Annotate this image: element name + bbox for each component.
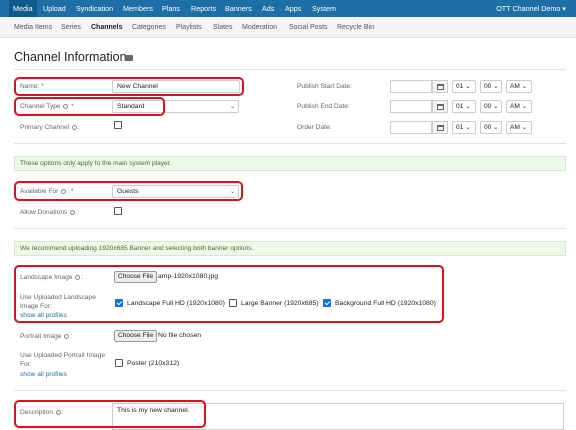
channel-type-highlight [14,97,165,116]
publish-start-input[interactable] [390,80,432,93]
order-date-ampm[interactable]: AM ⌄ [506,121,532,134]
system-player-note: These options only apply to the main sys… [14,156,566,171]
subnav-moderation[interactable]: Moderation [242,17,277,38]
chevron-down-icon: ⌄ [230,104,236,110]
nav-members[interactable]: Members [123,0,153,17]
nav-banners[interactable]: Banners [225,0,252,17]
title-divider [14,69,566,70]
publish-start-hour[interactable]: 01 ⌄ [452,80,476,93]
subnav-recycle-bin[interactable]: Recycle Bin [337,17,374,38]
subnav-social-posts[interactable]: Social Posts [289,17,328,38]
minute-value: 00 [484,103,492,110]
subnav-channels[interactable]: Channels [91,17,123,38]
calendar-icon [437,125,444,131]
help-icon[interactable] [64,333,70,339]
subnav-series[interactable]: Series [61,17,81,38]
primary-channel-label-group: Primary Channel : [20,124,80,131]
landscape-highlight [14,265,444,323]
order-date-label: Order Date: [297,124,332,131]
publish-start-calendar-button[interactable] [432,80,448,93]
publish-end-ampm[interactable]: AM ⌄ [506,100,532,113]
publish-end-input[interactable] [390,100,432,113]
use-portrait-label-2: For: [20,361,32,368]
poster-label: Poster (210x312) [127,360,180,367]
nav-reports[interactable]: Reports [191,0,216,17]
allow-donations-label-group: Allow Donations : [20,209,78,216]
portrait-file-name: No file chosen [158,332,202,339]
minute-value: 00 [484,83,492,90]
order-date-hour[interactable]: 01 ⌄ [452,121,476,134]
ampm-value: AM [510,83,520,90]
nav-media[interactable]: Media [9,0,37,17]
use-portrait-label-1: Use Uploaded Portrait Image [20,352,106,359]
minute-value: 00 [484,124,492,131]
publish-end-calendar-button[interactable] [432,100,448,113]
account-menu[interactable]: OTT Channel Demo ▾ [496,0,566,17]
help-icon[interactable] [70,209,76,215]
primary-channel-checkbox[interactable] [114,121,122,129]
nav-ads[interactable]: Ads [262,0,274,17]
portrait-choose-file-button[interactable]: Choose File [114,330,158,342]
page-title: Channel Information [14,50,127,64]
publish-end-minute[interactable]: 00 ⌄ [480,100,502,113]
hour-value: 01 [456,124,464,131]
publish-end-hour[interactable]: 01 ⌄ [452,100,476,113]
subnav-slates[interactable]: Slates [213,17,232,38]
nav-apps[interactable]: Apps [285,0,301,17]
nav-plans[interactable]: Plans [162,0,180,17]
section-divider [14,228,566,229]
show-all-profiles-link[interactable]: show all profiles [20,371,67,378]
hour-value: 01 [456,83,464,90]
hour-value: 01 [456,103,464,110]
description-highlight [14,400,206,428]
order-date-input[interactable] [390,121,432,134]
portrait-image-label-group: Portrait Image : [20,333,73,340]
publish-start-minute[interactable]: 00 ⌄ [480,80,502,93]
poster-checkbox[interactable] [115,359,123,367]
nav-system[interactable]: System [312,0,336,17]
allow-donations-checkbox[interactable] [114,207,122,215]
section-divider [14,390,566,391]
publish-start-ampm[interactable]: AM ⌄ [506,80,532,93]
order-date-calendar-button[interactable] [432,121,448,134]
subnav-media-items[interactable]: Media Items [14,17,52,38]
allow-donations-label: Allow Donations [20,209,68,216]
banner-note: We recommend uploading 1920x685 Banner a… [14,241,566,256]
publish-end-label: Publish End Date: [297,103,350,110]
subnav-categories[interactable]: Categories [132,17,166,38]
available-for-highlight [14,181,243,201]
nav-syndication[interactable]: Syndication [76,0,113,17]
primary-channel-label: Primary Channel [20,124,70,131]
video-icon [125,55,133,61]
portrait-image-label: Portrait Image [20,333,62,340]
name-highlight [14,77,244,96]
ampm-value: AM [510,124,520,131]
subnav-playlists[interactable]: Playlists [176,17,202,38]
top-navigation: Media Upload Syndication Members Plans R… [0,0,576,17]
section-divider [14,143,566,144]
sub-navigation: Media Items Series Channels Categories P… [0,17,576,38]
calendar-icon [437,104,444,110]
help-icon[interactable] [71,124,77,130]
nav-upload[interactable]: Upload [43,0,66,17]
publish-start-label: Publish Start Date: [297,83,352,90]
ampm-value: AM [510,103,520,110]
calendar-icon [437,84,444,90]
order-date-minute[interactable]: 00 ⌄ [480,121,502,134]
